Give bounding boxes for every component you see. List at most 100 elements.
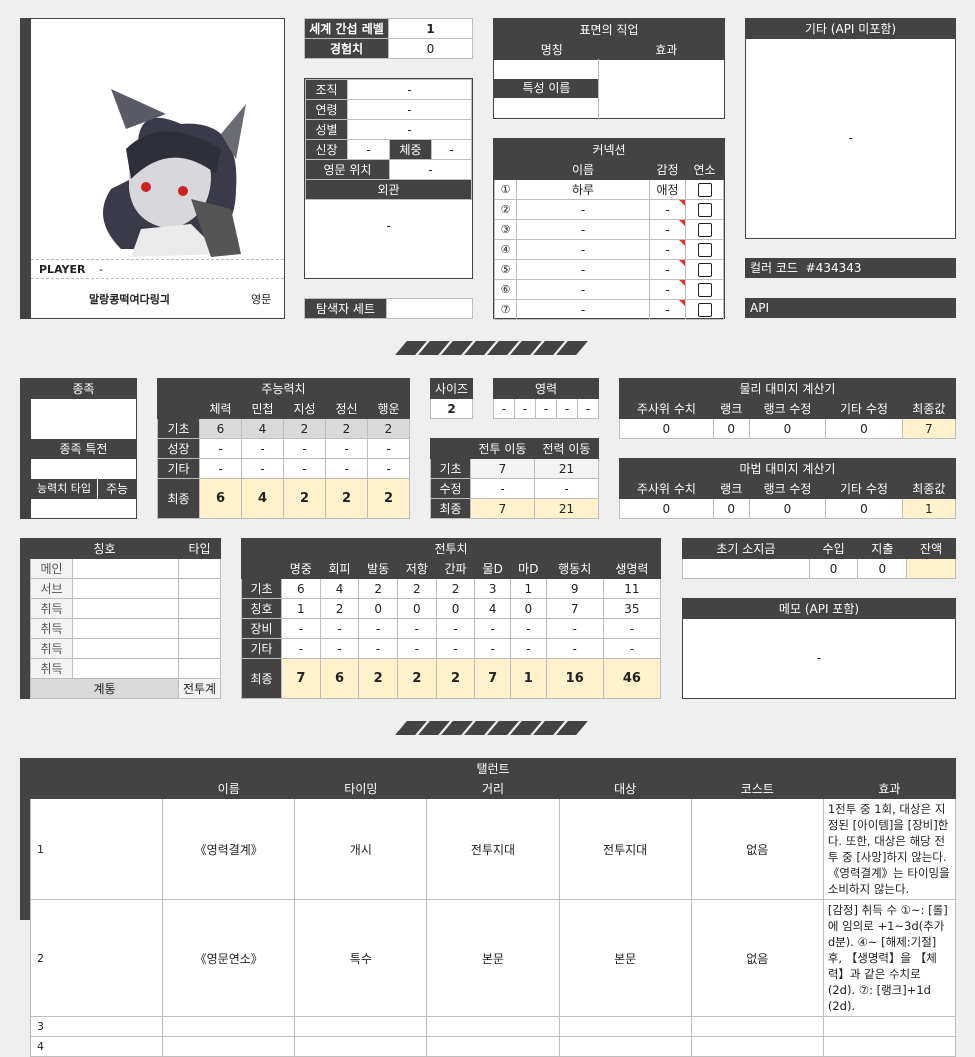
connection-name[interactable]: - bbox=[516, 279, 650, 300]
title-type[interactable] bbox=[178, 618, 221, 639]
connection-link-checkbox[interactable] bbox=[697, 202, 712, 217]
combat-value[interactable]: - bbox=[474, 618, 511, 639]
mainstat-value[interactable]: - bbox=[199, 438, 242, 459]
connection-emotion[interactable]: - bbox=[649, 219, 686, 240]
title-type[interactable] bbox=[178, 598, 221, 619]
talent-name[interactable] bbox=[162, 1036, 296, 1057]
talent-target[interactable] bbox=[558, 1036, 692, 1057]
mainstat-value[interactable]: - bbox=[241, 458, 284, 479]
connection-name[interactable]: - bbox=[516, 219, 650, 240]
spirit-value[interactable]: - bbox=[556, 398, 578, 419]
connection-link-checkbox[interactable] bbox=[697, 242, 712, 257]
title-type[interactable] bbox=[178, 638, 221, 659]
memo-value[interactable]: - bbox=[683, 651, 955, 665]
magic-damage-value[interactable]: 0 bbox=[712, 498, 750, 519]
connection-emotion[interactable]: 애정 bbox=[649, 179, 686, 200]
phys-damage-value[interactable]: 0 bbox=[748, 418, 827, 439]
connection-name[interactable]: - bbox=[516, 299, 650, 320]
connection-name[interactable]: 하루 bbox=[516, 179, 650, 200]
move-full-value[interactable]: - bbox=[534, 478, 599, 499]
exp-value[interactable]: 0 bbox=[388, 38, 473, 59]
money-expense-value[interactable]: 0 bbox=[857, 558, 908, 579]
talent-timing[interactable]: 특수 bbox=[294, 899, 428, 1017]
magic-damage-value[interactable]: 0 bbox=[748, 498, 827, 519]
mainstat-value[interactable]: - bbox=[199, 458, 242, 479]
connection-emotion[interactable]: - bbox=[649, 199, 686, 220]
size-value[interactable]: 2 bbox=[430, 398, 473, 419]
combat-value[interactable]: - bbox=[319, 618, 360, 639]
org-value[interactable]: - bbox=[347, 79, 472, 100]
mainstat-value[interactable]: - bbox=[367, 438, 410, 459]
phys-damage-value[interactable]: 0 bbox=[825, 418, 903, 439]
titles-lineage-value[interactable]: 전투계 bbox=[178, 678, 221, 699]
look-value[interactable]: - bbox=[305, 219, 472, 233]
talent-effect[interactable]: 1전투 중 1회, 대상은 지정된 [아이템]을 [장비]한다. 또한, 대상은… bbox=[822, 798, 957, 900]
spirit-value[interactable]: - bbox=[514, 398, 536, 419]
etc-value[interactable]: - bbox=[746, 131, 955, 145]
combat-value[interactable]: - bbox=[474, 638, 511, 659]
connection-link-checkbox[interactable] bbox=[697, 282, 712, 297]
talent-cost[interactable]: 없음 bbox=[690, 798, 824, 900]
combat-value[interactable]: - bbox=[435, 618, 476, 639]
talent-timing[interactable] bbox=[294, 1016, 428, 1037]
combat-value[interactable]: - bbox=[435, 638, 476, 659]
talent-effect[interactable] bbox=[822, 1036, 957, 1057]
mainstat-value[interactable]: - bbox=[241, 438, 284, 459]
title-name[interactable] bbox=[72, 638, 179, 659]
connection-emotion[interactable]: - bbox=[649, 279, 686, 300]
connection-link-checkbox[interactable] bbox=[697, 182, 712, 197]
connection-name[interactable]: - bbox=[516, 199, 650, 220]
talent-cost[interactable] bbox=[690, 1036, 824, 1057]
title-type[interactable] bbox=[178, 558, 221, 579]
phys-damage-value[interactable]: 0 bbox=[712, 418, 750, 439]
api-label[interactable]: API bbox=[745, 298, 956, 318]
mainstat-value[interactable]: 2 bbox=[325, 418, 368, 439]
move-combat-value[interactable]: - bbox=[470, 478, 535, 499]
title-name[interactable] bbox=[72, 598, 179, 619]
combat-value[interactable]: - bbox=[397, 638, 437, 659]
connection-link-checkbox[interactable] bbox=[697, 262, 712, 277]
magic-damage-value[interactable]: 0 bbox=[825, 498, 903, 519]
character-name[interactable]: 말랑콩떡여다링긔 bbox=[89, 291, 170, 307]
mainstat-value[interactable]: 2 bbox=[367, 418, 410, 439]
combat-value[interactable]: - bbox=[602, 638, 662, 659]
mainstat-value[interactable]: 2 bbox=[283, 418, 326, 439]
level-value[interactable]: 1 bbox=[388, 18, 473, 39]
connection-link-checkbox[interactable] bbox=[697, 302, 712, 317]
magic-damage-value[interactable]: 0 bbox=[619, 498, 714, 519]
height-value[interactable]: - bbox=[347, 139, 390, 160]
mainstat-value[interactable]: - bbox=[283, 458, 326, 479]
talent-name[interactable]: 《영력결계》 bbox=[162, 798, 296, 900]
job-name-cell[interactable] bbox=[494, 59, 599, 119]
title-name[interactable] bbox=[72, 618, 179, 639]
combat-value[interactable]: - bbox=[545, 618, 604, 639]
mainstat-value[interactable]: - bbox=[325, 458, 368, 479]
spirit-value[interactable]: - bbox=[535, 398, 557, 419]
title-type[interactable] bbox=[178, 578, 221, 599]
connection-emotion[interactable]: - bbox=[649, 259, 686, 280]
weight-value[interactable]: - bbox=[431, 139, 472, 160]
talent-target[interactable] bbox=[558, 1016, 692, 1037]
talent-timing[interactable] bbox=[294, 1036, 428, 1057]
talent-range[interactable] bbox=[426, 1036, 560, 1057]
talent-range[interactable]: 본문 bbox=[426, 899, 560, 1017]
title-name[interactable] bbox=[72, 658, 179, 679]
combat-value[interactable]: - bbox=[281, 638, 321, 659]
combat-value[interactable]: - bbox=[510, 638, 547, 659]
connection-name[interactable]: - bbox=[516, 259, 650, 280]
connection-emotion[interactable]: - bbox=[649, 239, 686, 260]
mainstat-value[interactable]: - bbox=[283, 438, 326, 459]
explorer-set-value[interactable] bbox=[386, 298, 473, 319]
mainstat-value[interactable]: 4 bbox=[241, 418, 284, 439]
combat-value[interactable]: - bbox=[545, 638, 604, 659]
talent-target[interactable]: 전투지대 bbox=[558, 798, 692, 900]
mainstat-value[interactable]: - bbox=[367, 458, 410, 479]
connection-emotion[interactable]: - bbox=[649, 299, 686, 320]
connection-link-checkbox[interactable] bbox=[697, 222, 712, 237]
talent-timing[interactable]: 개시 bbox=[294, 798, 428, 900]
stat-type-value[interactable]: 주능 bbox=[97, 479, 136, 499]
combat-value[interactable]: - bbox=[602, 618, 662, 639]
talent-effect[interactable] bbox=[822, 1016, 957, 1037]
talent-effect[interactable]: [감정] 취득 수 ①~: [롤]에 임의로 +1~3d(추가 d분). ④~ … bbox=[822, 899, 957, 1017]
talent-cost[interactable] bbox=[690, 1016, 824, 1037]
